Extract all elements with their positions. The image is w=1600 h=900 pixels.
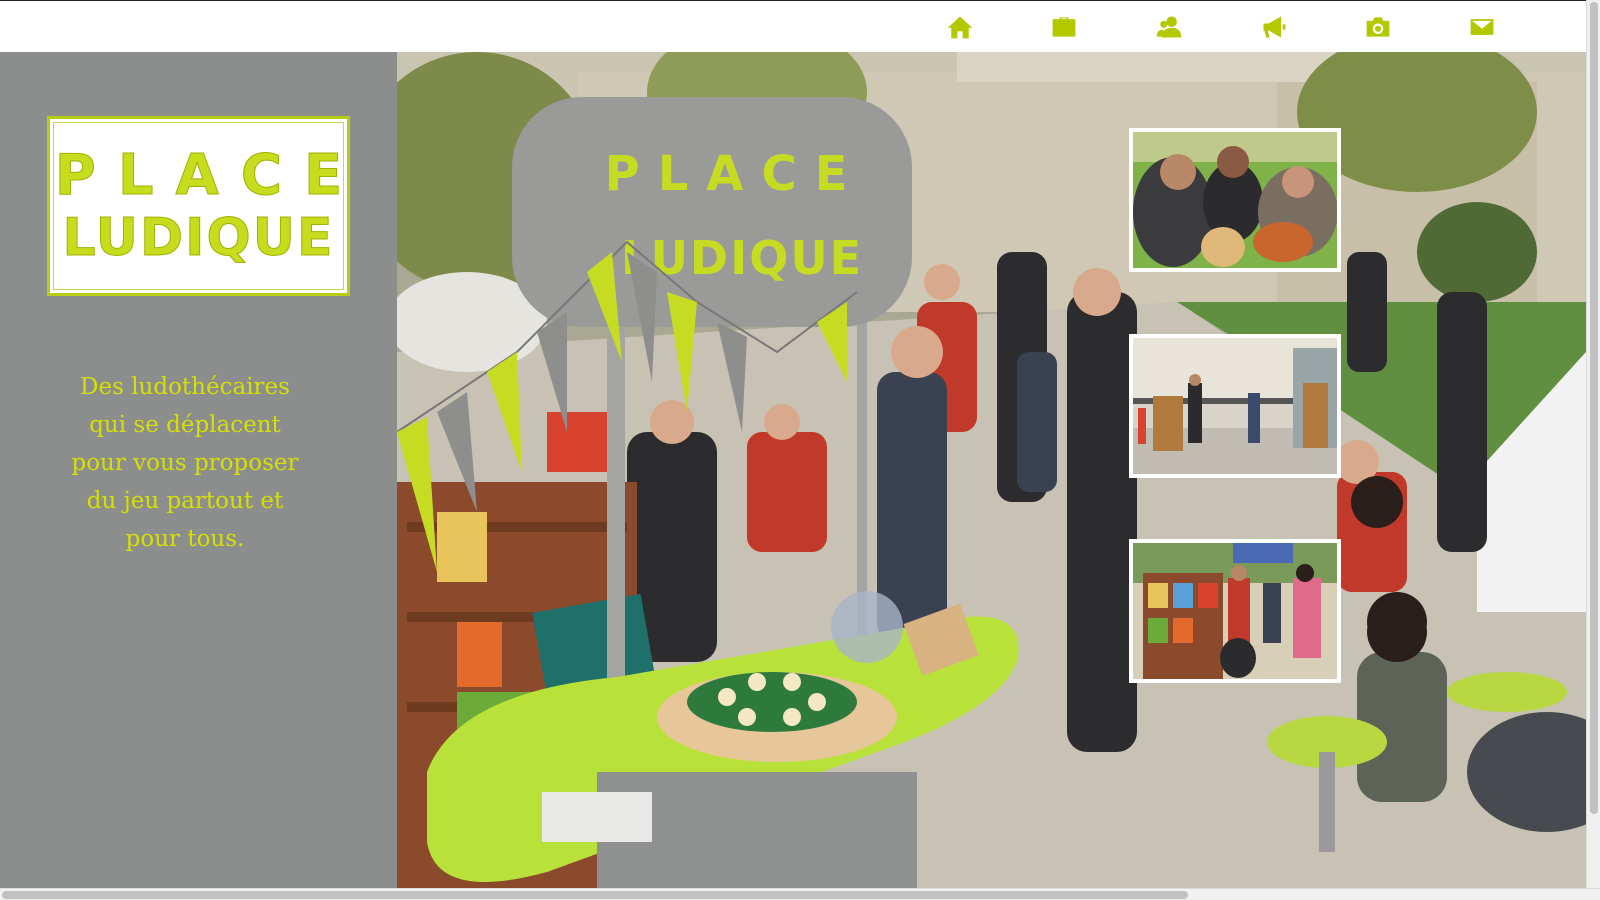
logo-text-place: PLACE: [54, 143, 365, 208]
tagline-line: pour tous.: [125, 526, 245, 552]
camera-icon[interactable]: [1362, 11, 1394, 43]
hero-photo: PLACE LUDIQUE: [397, 52, 1586, 888]
tagline-line: qui se déplacent: [89, 412, 281, 438]
briefcase-icon[interactable]: [1048, 11, 1080, 43]
horizontal-scrollbar-thumb[interactable]: [2, 891, 1188, 899]
sign-text-place: PLACE: [605, 146, 866, 202]
top-navigation-bar: [0, 0, 1586, 52]
mail-icon[interactable]: [1466, 11, 1498, 43]
thumbnail-game-shelves[interactable]: [1129, 539, 1341, 683]
sidebar: PLACE LUDIQUE Des ludothécaires qui se d…: [0, 52, 397, 888]
home-icon[interactable]: [944, 11, 976, 43]
vertical-scrollbar-thumb[interactable]: [1590, 2, 1598, 814]
horizontal-scrollbar[interactable]: [0, 888, 1600, 900]
thumbnail-players[interactable]: [1129, 128, 1341, 272]
users-icon[interactable]: [1153, 11, 1185, 43]
tagline: Des ludothécaires qui se déplacent pour …: [40, 368, 330, 558]
tagline-line: pour vous proposer: [71, 450, 299, 476]
megaphone-icon[interactable]: [1258, 11, 1290, 43]
vertical-scrollbar[interactable]: [1586, 0, 1600, 888]
sign-text-ludique: LUDIQUE: [621, 231, 863, 285]
tagline-line: du jeu partout et: [86, 488, 284, 514]
hero-photo-illustration: PLACE LUDIQUE: [397, 52, 1586, 888]
thumbnail-street-games[interactable]: [1129, 334, 1341, 478]
site-logo[interactable]: PLACE LUDIQUE: [47, 116, 350, 296]
logo-text-ludique: LUDIQUE: [62, 208, 335, 268]
tagline-line: Des ludothécaires: [80, 374, 290, 400]
